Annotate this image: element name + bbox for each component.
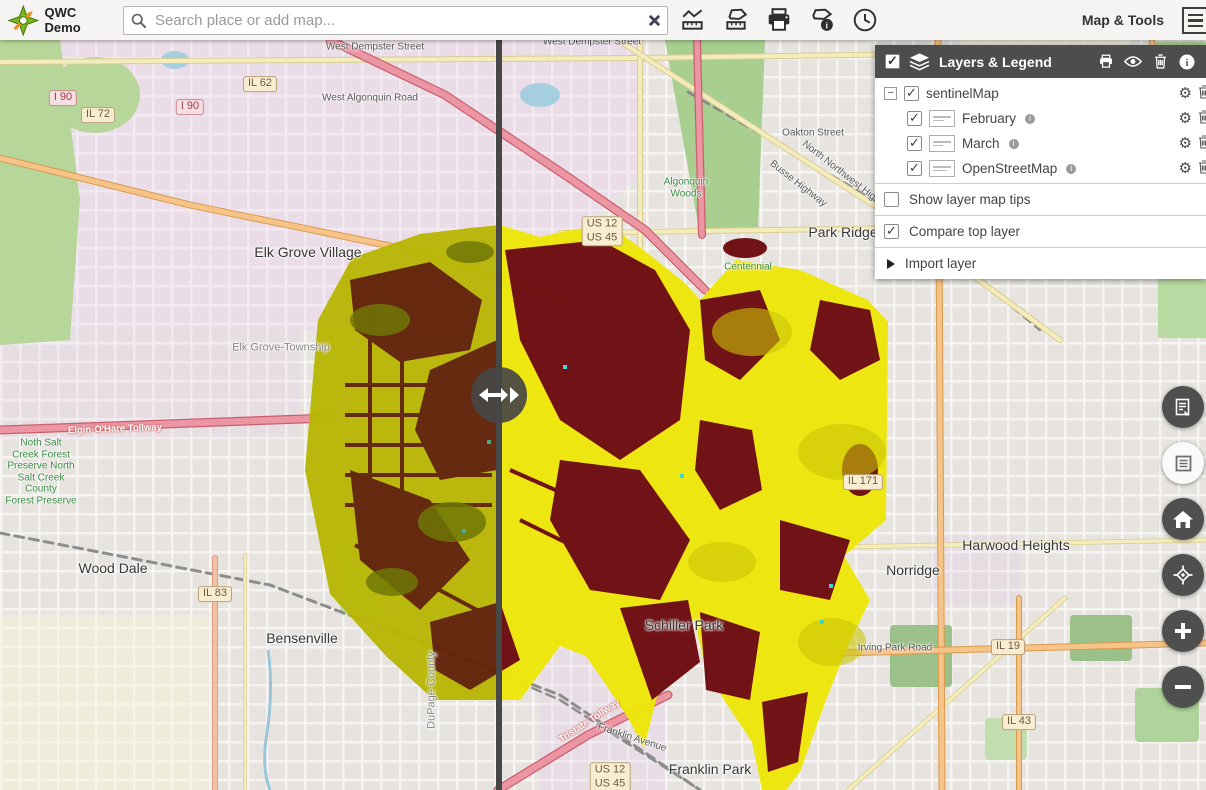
option-show-map-tips[interactable]: Show layer map tips xyxy=(875,183,1206,215)
crosshair-icon xyxy=(1173,565,1193,585)
layer-settings-gear-icon[interactable]: ⚙ xyxy=(1179,111,1192,126)
visibility-eye-icon[interactable] xyxy=(1124,53,1142,71)
qwc-compass-icon xyxy=(8,5,39,36)
layer-trash-icon[interactable] xyxy=(1198,85,1206,102)
trash-icon[interactable] xyxy=(1151,53,1169,71)
layer-checkbox[interactable] xyxy=(907,161,922,176)
layer-tree: − sentinelMap ⚙ February i ⚙ March i ⚙ xyxy=(875,78,1206,183)
plus-icon xyxy=(1174,622,1192,640)
layers-panel: Layers & Legend i xyxy=(875,45,1206,279)
report-tool-button[interactable] xyxy=(1162,386,1204,428)
layer-label: sentinelMap xyxy=(926,86,999,101)
zoom-in-button[interactable] xyxy=(1162,610,1204,652)
import-layer-label: Import layer xyxy=(905,256,976,271)
measure-line-icon[interactable] xyxy=(678,5,708,35)
option-label: Compare top layer xyxy=(909,224,1020,239)
app-logo: QWC Demo xyxy=(0,5,115,36)
layers-panel-header: Layers & Legend i xyxy=(875,45,1206,78)
logo-text: QWC Demo xyxy=(45,5,115,35)
layer-trash-icon[interactable] xyxy=(1198,110,1206,127)
info-icon[interactable]: i xyxy=(1178,53,1196,71)
svg-text:i: i xyxy=(826,21,828,31)
layer-info-icon[interactable]: i xyxy=(1009,139,1019,149)
expand-arrow-icon[interactable] xyxy=(887,259,895,269)
list-icon xyxy=(1174,454,1193,473)
top-bar: QWC Demo xyxy=(0,0,1206,40)
search-icon xyxy=(130,12,147,29)
hamburger-menu-button[interactable] xyxy=(1182,7,1206,34)
layer-label: February xyxy=(962,111,1016,126)
form-edit-icon xyxy=(1173,397,1193,417)
layer-info-icon[interactable]: i xyxy=(1025,114,1035,124)
layer-checkbox[interactable] xyxy=(907,136,922,151)
zoom-out-button[interactable] xyxy=(1162,666,1204,708)
measure-area-icon[interactable] xyxy=(721,5,751,35)
layer-checkbox[interactable] xyxy=(904,86,919,101)
layer-label: OpenStreetMap xyxy=(962,161,1057,176)
time-icon[interactable] xyxy=(850,5,880,35)
legend-thumbnail xyxy=(929,110,955,127)
clear-search-icon[interactable] xyxy=(648,14,661,27)
layers-stack-icon xyxy=(909,53,930,71)
option-label: Show layer map tips xyxy=(909,192,1031,207)
collapse-expander[interactable]: − xyxy=(884,87,897,100)
identify-icon[interactable]: i xyxy=(807,5,837,35)
left-right-arrow-icon xyxy=(479,384,519,406)
layer-row-february[interactable]: February i ⚙ xyxy=(875,106,1206,131)
compare-checkbox[interactable] xyxy=(884,224,899,239)
layer-settings-gear-icon[interactable]: ⚙ xyxy=(1179,136,1192,151)
compare-slider-handle[interactable] xyxy=(471,367,527,423)
panel-master-checkbox[interactable] xyxy=(885,54,900,69)
layer-row-march[interactable]: March i ⚙ xyxy=(875,131,1206,156)
import-layer-row[interactable]: Import layer xyxy=(875,247,1206,279)
layer-row-openstreetmap[interactable]: OpenStreetMap i ⚙ xyxy=(875,156,1206,181)
home-icon xyxy=(1173,510,1193,529)
toolbar: i xyxy=(678,0,880,40)
search-input[interactable] xyxy=(153,11,642,30)
search-box[interactable] xyxy=(123,6,668,35)
layer-trash-icon[interactable] xyxy=(1198,135,1206,152)
layer-info-icon[interactable]: i xyxy=(1066,164,1076,174)
layer-settings-gear-icon[interactable]: ⚙ xyxy=(1179,161,1192,176)
layer-trash-icon[interactable] xyxy=(1198,160,1206,177)
svg-text:i: i xyxy=(1186,58,1189,69)
map-tips-checkbox[interactable] xyxy=(884,192,899,207)
print-legend-icon[interactable] xyxy=(1097,53,1115,71)
layer-label: March xyxy=(962,136,1000,151)
minus-icon xyxy=(1174,678,1192,696)
locate-button[interactable] xyxy=(1162,554,1204,596)
legend-thumbnail xyxy=(929,160,955,177)
layer-checkbox[interactable] xyxy=(907,111,922,126)
menu-label: Map & Tools xyxy=(1082,0,1164,40)
home-button[interactable] xyxy=(1162,498,1204,540)
task-list-button[interactable] xyxy=(1162,442,1204,484)
print-icon[interactable] xyxy=(764,5,794,35)
legend-thumbnail xyxy=(929,135,955,152)
layer-row-sentinelmap[interactable]: − sentinelMap ⚙ xyxy=(875,81,1206,106)
panel-title: Layers & Legend xyxy=(939,54,1052,70)
option-compare-top-layer[interactable]: Compare top layer xyxy=(875,215,1206,247)
layer-settings-gear-icon[interactable]: ⚙ xyxy=(1179,86,1192,101)
